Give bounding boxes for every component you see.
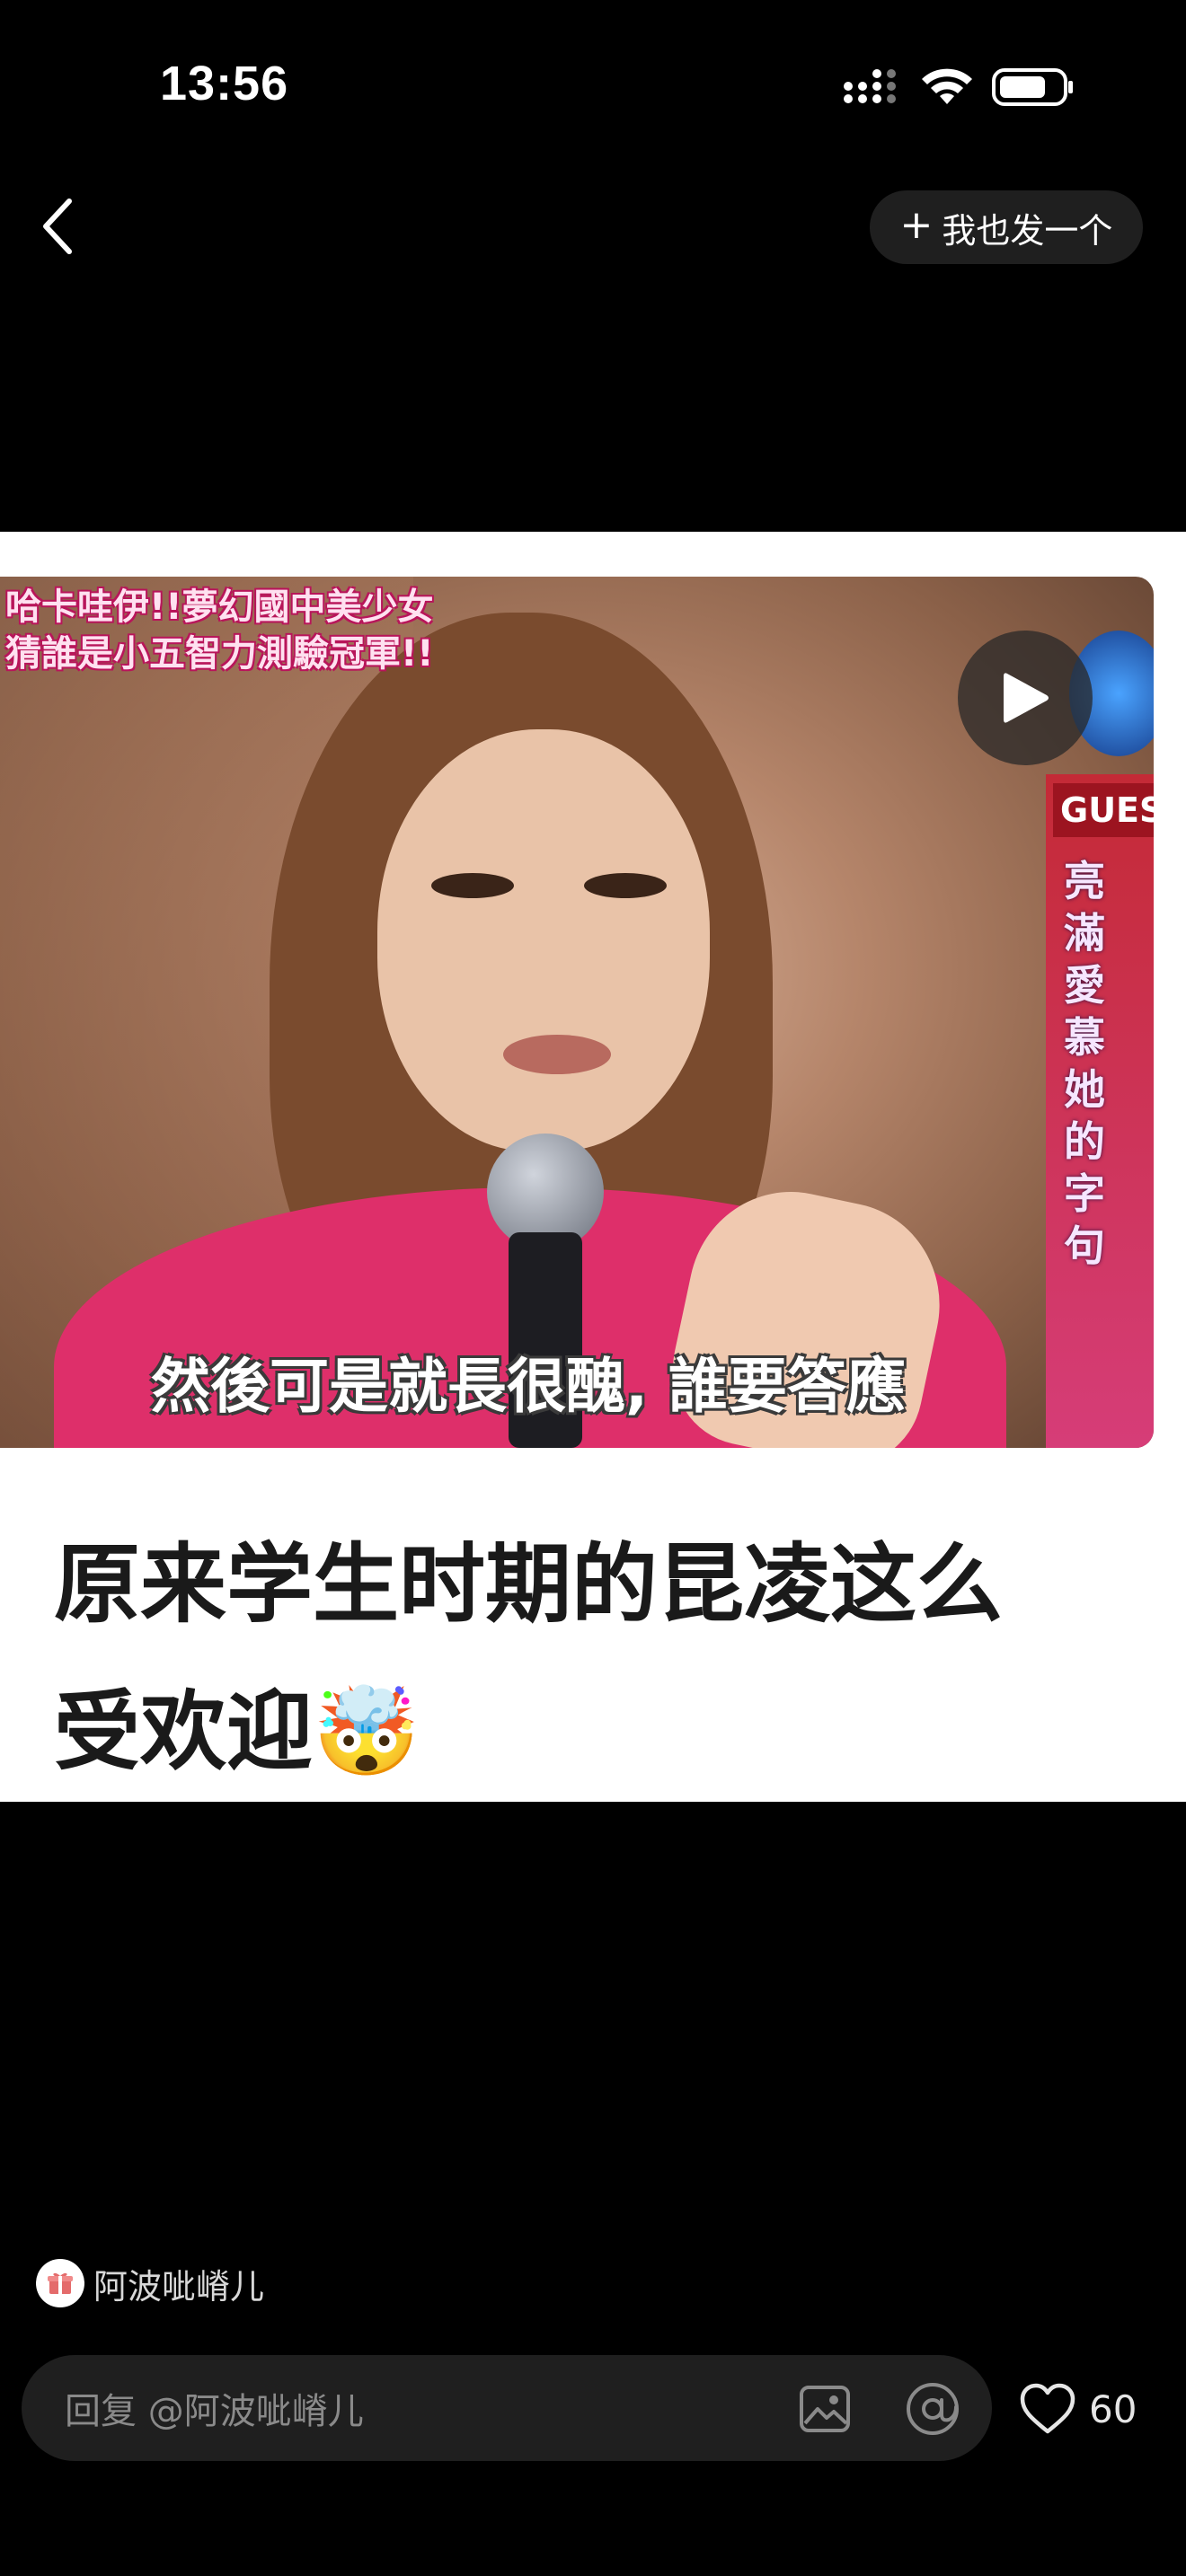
author-info[interactable]: 阿波呲嵴儿 xyxy=(36,2256,264,2310)
back-button[interactable] xyxy=(25,190,88,262)
video-subtitle: 然後可是就長很醜, 誰要答應 xyxy=(151,1352,907,1421)
chevron-left-icon xyxy=(43,198,72,254)
mention-button[interactable] xyxy=(897,2373,969,2445)
cellular-signal-icon xyxy=(844,69,896,103)
like-count: 60 xyxy=(1089,2386,1137,2431)
video-thumbnail[interactable]: GUES 亮滿愛慕她的字句 哈卡哇伊!!夢幻國中美少女 猜誰是小五智力測驗冠軍!… xyxy=(0,577,1154,1448)
author-name[interactable]: 阿波呲嵴儿 xyxy=(93,2259,264,2308)
avatar[interactable] xyxy=(36,2259,84,2307)
video-figure-face xyxy=(377,729,710,1151)
wifi-icon xyxy=(922,68,972,104)
at-icon xyxy=(907,2383,959,2435)
video-figure-lips xyxy=(503,1035,611,1074)
play-icon xyxy=(1004,673,1049,723)
video-guest-tag: GUES xyxy=(1053,783,1154,837)
like-button[interactable]: 60 xyxy=(1019,2371,1137,2447)
status-time: 13:56 xyxy=(160,57,289,110)
status-bar: 13:56 xyxy=(0,0,1186,171)
video-top-caption: 哈卡哇伊!!夢幻國中美少女 猜誰是小五智力測驗冠軍!! xyxy=(5,587,434,675)
post-card: GUES 亮滿愛慕她的字句 哈卡哇伊!!夢幻國中美少女 猜誰是小五智力測驗冠軍!… xyxy=(0,532,1186,1802)
battery-icon xyxy=(992,68,1073,106)
plus-icon: + xyxy=(899,202,934,248)
play-button[interactable] xyxy=(958,631,1093,765)
insert-image-button[interactable] xyxy=(789,2373,861,2445)
post-too-button[interactable]: + 我也发一个 xyxy=(870,190,1143,264)
reply-placeholder: 回复 @阿波呲嵴儿 xyxy=(65,2391,364,2432)
video-figure-eye xyxy=(584,873,667,898)
video-side-caption: 亮滿愛慕她的字句 xyxy=(1064,857,1105,1270)
gift-icon xyxy=(48,2272,73,2294)
post-too-label: 我也发一个 xyxy=(942,210,1113,251)
video-figure-eye xyxy=(431,873,514,898)
image-icon xyxy=(800,2386,850,2432)
heart-icon xyxy=(1020,2383,1075,2434)
post-title: 原来学生时期的昆凌这么受欢迎🤯 xyxy=(54,1534,1003,1782)
